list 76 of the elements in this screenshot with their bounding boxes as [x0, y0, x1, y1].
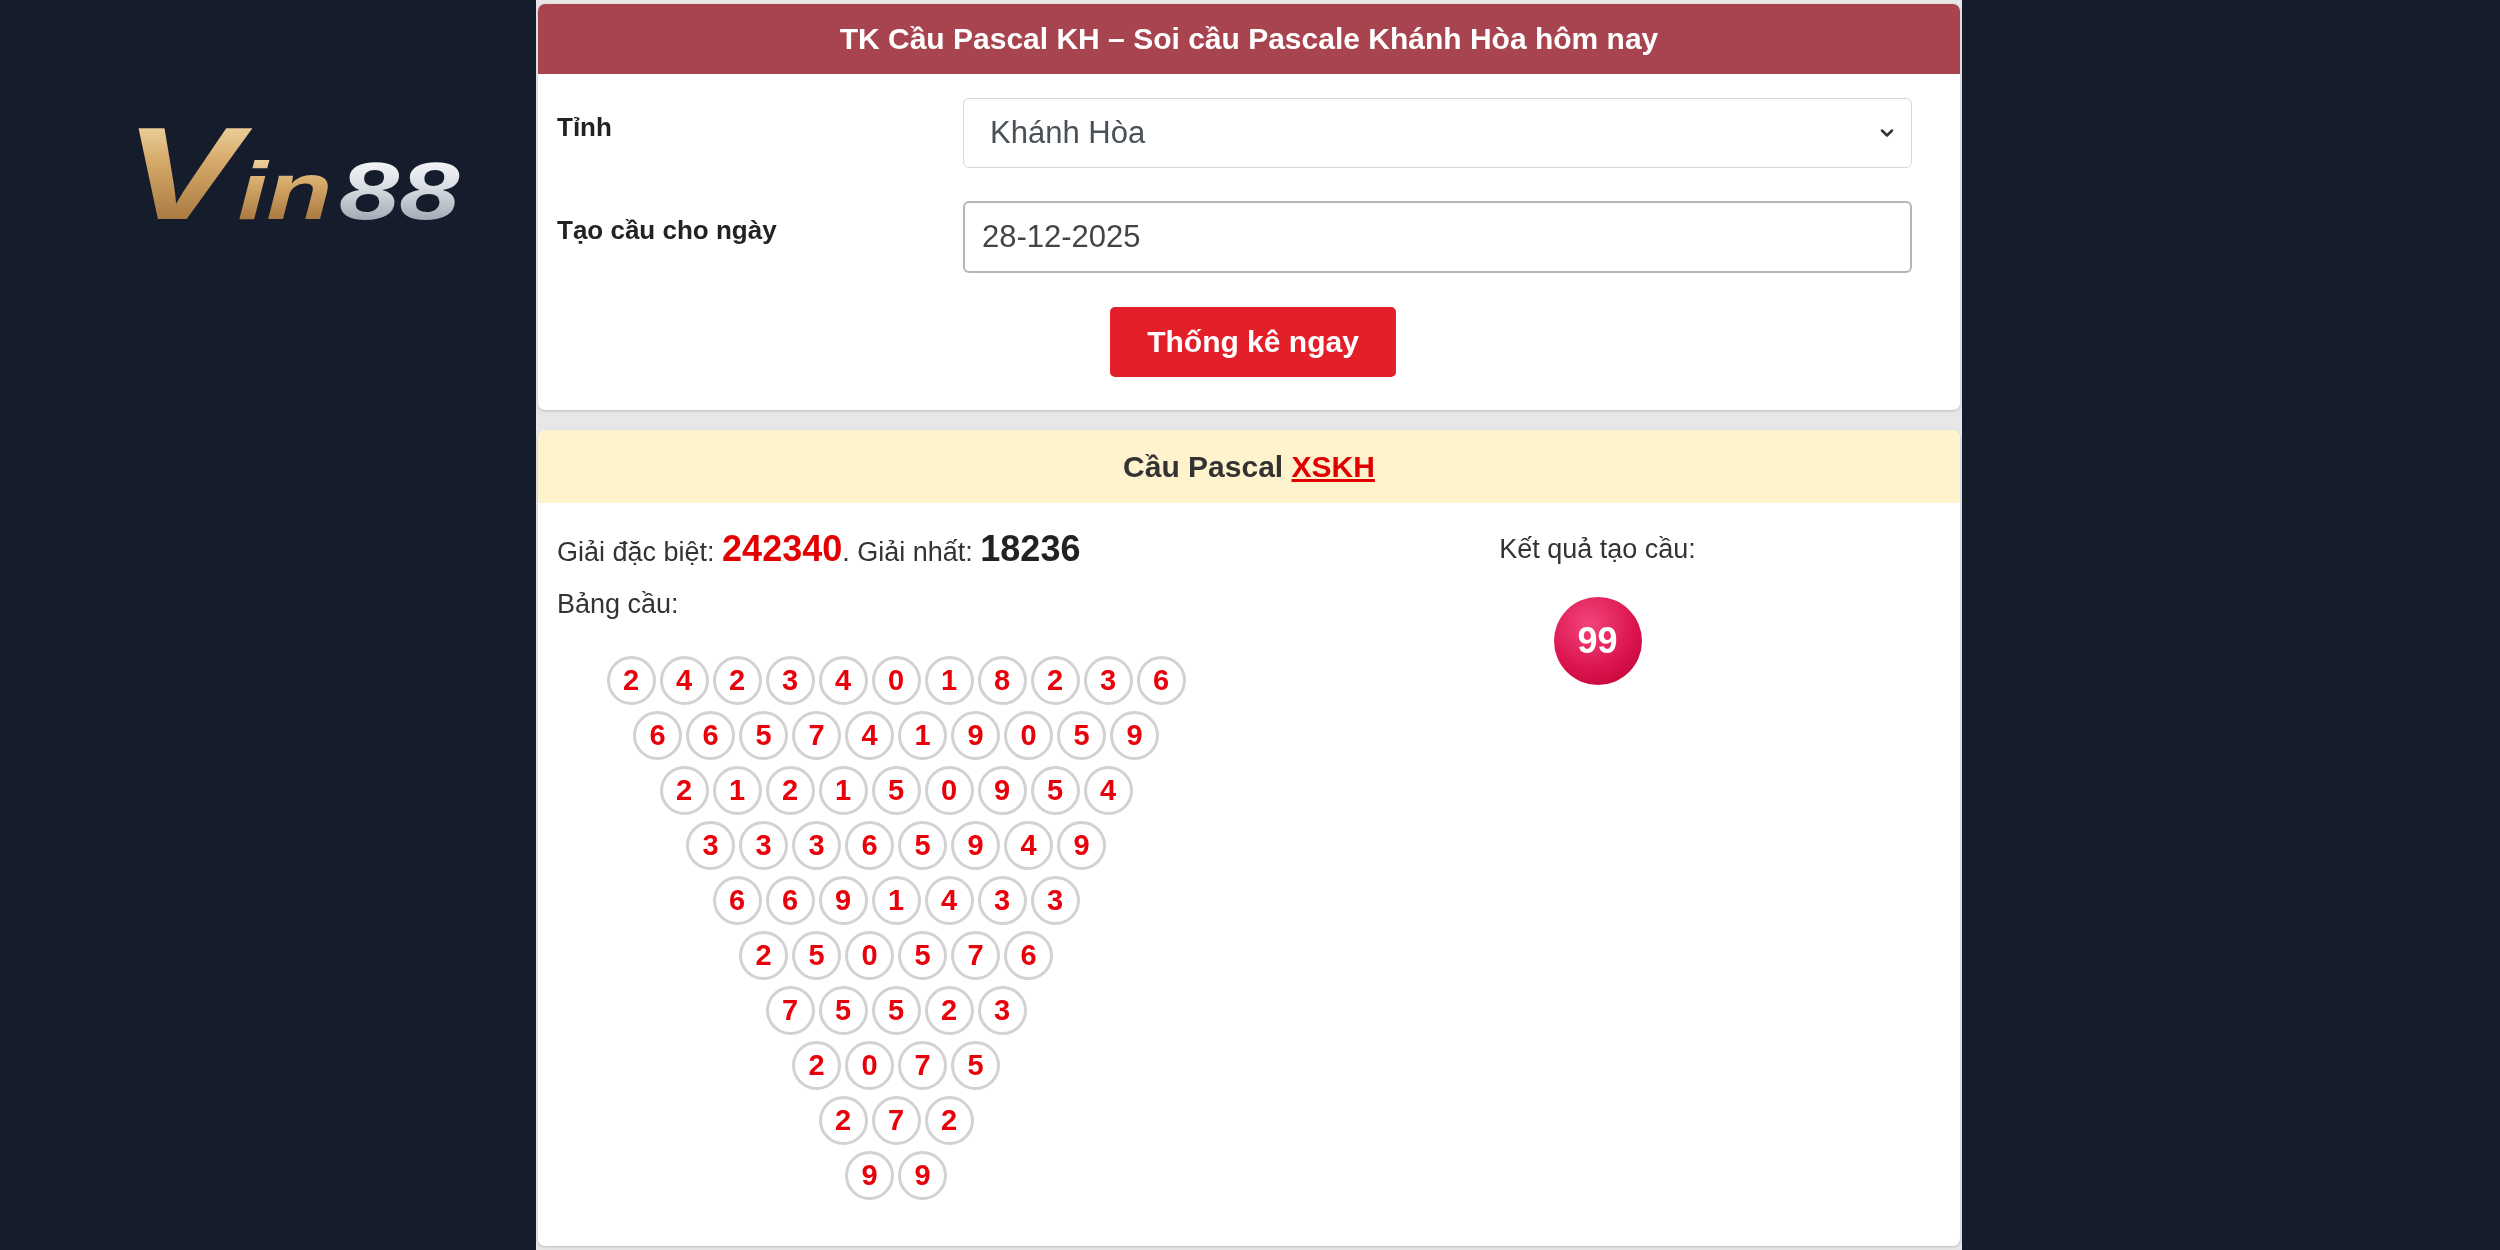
- pascal-digit: 2: [792, 1041, 841, 1090]
- pascal-digit: 0: [845, 1041, 894, 1090]
- pascal-digit: 6: [686, 711, 735, 760]
- submit-button[interactable]: Thống kê ngay: [1110, 307, 1396, 377]
- pascal-digit: 7: [951, 931, 1000, 980]
- pascal-digit: 3: [977, 876, 1027, 925]
- pascal-digit: 5: [1057, 711, 1106, 760]
- pascal-digit: 4: [924, 876, 974, 925]
- pascal-digit: 4: [659, 656, 709, 705]
- pascal-digit: 0: [924, 766, 974, 815]
- pascal-digit: 5: [739, 711, 788, 760]
- pascal-digit: 1: [712, 766, 762, 815]
- pascal-digit: 3: [792, 821, 841, 870]
- pascal-digit: 5: [898, 821, 947, 870]
- pascal-digit: 5: [951, 1041, 1000, 1090]
- pascal-digit: 3: [977, 986, 1027, 1035]
- pascal-digit: 0: [845, 931, 894, 980]
- pascal-digit: 7: [765, 986, 815, 1035]
- pascal-digit: 1: [871, 876, 921, 925]
- title-bar: TK Cầu Pascal KH – Soi cầu Pascale Khánh Hòa hôm nay: [538, 4, 1960, 74]
- pascal-digit: 5: [898, 931, 947, 980]
- pascal-digit: 9: [977, 766, 1027, 815]
- pascal-digit: 9: [845, 1151, 894, 1200]
- pascal-digit: 6: [1136, 656, 1186, 705]
- pascal-digit: 3: [765, 656, 815, 705]
- result-label: Kết quả tạo cầu:: [1499, 533, 1696, 566]
- table-label: Bảng cầu:: [557, 588, 679, 621]
- province-select[interactable]: Khánh Hòa: [963, 98, 1912, 168]
- pascal-digit: 5: [871, 986, 921, 1035]
- pascal-digit: 7: [871, 1096, 921, 1145]
- pascal-digit: 3: [739, 821, 788, 870]
- pascal-digit: 7: [898, 1041, 947, 1090]
- pascal-digit: 4: [818, 656, 868, 705]
- pascal-digit: 2: [659, 766, 709, 815]
- pascal-digit: 6: [845, 821, 894, 870]
- field-label: Tạo cầu cho ngày: [557, 214, 777, 246]
- pascal-digit: 9: [951, 821, 1000, 870]
- pascal-digit: 9: [1110, 711, 1159, 760]
- pascal-digit: 6: [633, 711, 682, 760]
- pascal-digit: 2: [606, 656, 656, 705]
- pascal-digit: 2: [818, 1096, 868, 1145]
- card-title: Cầu Pascal: [1123, 449, 1285, 484]
- pascal-digit: 4: [845, 711, 894, 760]
- pascal-digit: 7: [792, 711, 841, 760]
- title-link[interactable]: XSKH: [1291, 449, 1375, 484]
- date-field[interactable]: 28-12-2025: [963, 201, 1912, 273]
- pascal-digit: 0: [1004, 711, 1053, 760]
- pascal-digit: 5: [871, 766, 921, 815]
- pascal-digit: 5: [792, 931, 841, 980]
- pascal-digit: 2: [924, 1096, 974, 1145]
- result-ball: 99: [1553, 597, 1642, 685]
- pascal-digit: 3: [686, 821, 735, 870]
- pascal-digit: 9: [1057, 821, 1106, 870]
- pascal-digit: 8: [977, 656, 1027, 705]
- pascal-digit: 9: [951, 711, 1000, 760]
- pascal-digit: 5: [818, 986, 868, 1035]
- pascal-digit: 1: [818, 766, 868, 815]
- pascal-digit: 2: [924, 986, 974, 1035]
- pascal-digit: 4: [1004, 821, 1053, 870]
- pascal-digit: 4: [1083, 766, 1133, 815]
- pascal-digit: 1: [924, 656, 974, 705]
- prize-line: Giải đặc biệt: 242340. Giải nhất: 18236: [557, 527, 1081, 571]
- pascal-digit: 3: [1083, 656, 1133, 705]
- pascal-digit: 2: [712, 656, 762, 705]
- pascal-digit: 1: [898, 711, 947, 760]
- pascal-digit: 0: [871, 656, 921, 705]
- pascal-digit: 3: [1030, 876, 1080, 925]
- pascal-digit: 6: [712, 876, 762, 925]
- pascal-digit: 2: [739, 931, 788, 980]
- pascal-digit: 9: [818, 876, 868, 925]
- pascal-digit: 9: [898, 1151, 947, 1200]
- pascal-digit: 5: [1030, 766, 1080, 815]
- field-label: Tỉnh: [557, 111, 612, 143]
- pascal-digit: 6: [1004, 931, 1053, 980]
- pascal-digit: 2: [765, 766, 815, 815]
- pascal-digit: 6: [765, 876, 815, 925]
